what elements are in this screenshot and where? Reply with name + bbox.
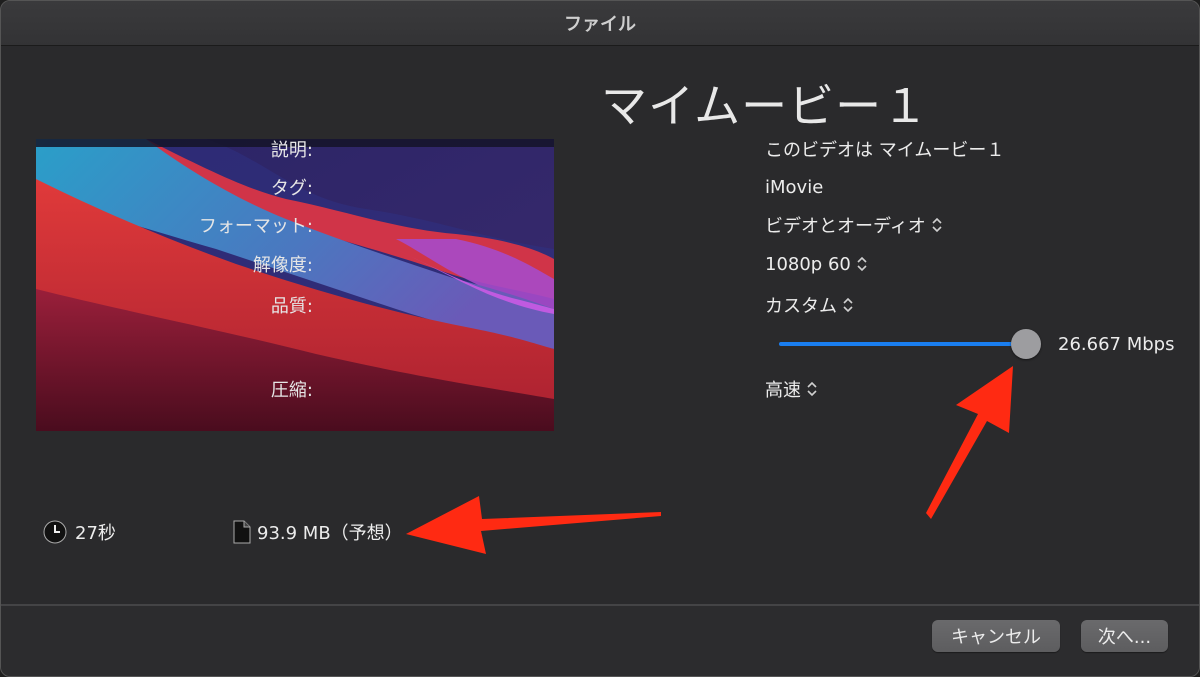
chevron-updown-icon [843,297,853,313]
project-title: マイムービー１ [601,79,930,133]
quality-popup[interactable]: カスタム [765,292,853,318]
compression-label: 圧縮: [270,380,313,401]
chevron-updown-icon [807,381,817,397]
content-area: マイムービー１ 説明: このビデオは マイムービー１ タグ: iMovie フォ… [1,46,1199,604]
quality-value: カスタム [765,296,837,317]
format-popup[interactable]: ビデオとオーディオ [765,212,942,238]
filesize-stat: 93.9 MB（予想） [233,518,403,546]
duration-text: 27秒 [75,523,116,544]
filesize-text: 93.9 MB（予想） [257,523,403,544]
resolution-popup[interactable]: 1080p 60 [765,254,867,275]
duration-stat: 27秒 [43,518,116,546]
tags-field[interactable]: iMovie [765,177,823,198]
format-label: フォーマット: [198,216,313,237]
document-icon [233,520,251,544]
clock-icon [43,520,67,544]
description-field[interactable]: このビデオは マイムービー１ [765,136,1004,162]
description-label: 説明: [270,140,313,161]
window-title: ファイル [564,14,636,35]
dialog-footer: キャンセル 次へ... [1,604,1199,676]
resolution-value: 1080p 60 [765,253,851,275]
resolution-label: 解像度: [252,255,313,276]
slider-track [779,342,1019,346]
bitrate-value: 26.667 Mbps [1058,334,1175,355]
quality-label: 品質: [270,296,313,317]
chevron-updown-icon [857,256,867,272]
compression-value: 高速 [765,380,801,401]
slider-knob[interactable] [1011,329,1041,359]
compression-popup[interactable]: 高速 [765,376,817,402]
cancel-button[interactable]: キャンセル [932,620,1060,652]
share-file-dialog: ファイル マイムービー１ 説明: このビデオは マイムービー１ タグ: iMov… [0,0,1200,677]
format-value: ビデオとオーディオ [765,216,926,237]
chevron-updown-icon [932,217,942,233]
bitrate-slider[interactable] [779,329,1041,359]
next-button[interactable]: 次へ... [1081,620,1168,652]
tags-label: タグ: [270,178,313,199]
title-bar: ファイル [1,1,1199,46]
